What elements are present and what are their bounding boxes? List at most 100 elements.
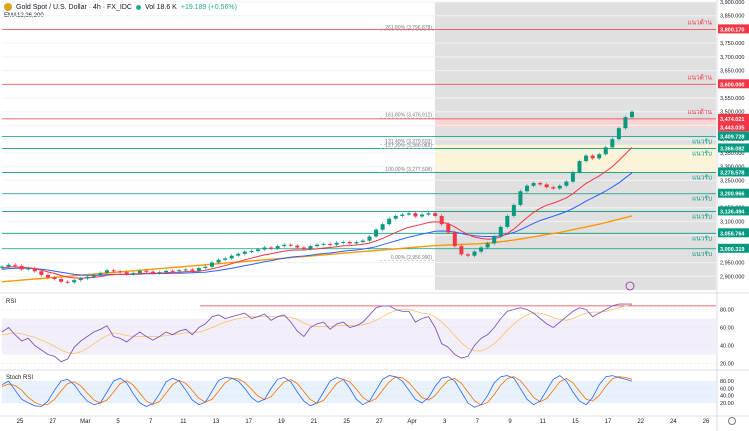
x-tick-label: 19 (278, 419, 285, 425)
candle-body (249, 251, 254, 253)
fib-label: 0.00% (2,956.990) (391, 255, 432, 261)
x-tick-label: 17 (605, 419, 612, 425)
rsi-tick-label: 60.00 (720, 326, 734, 332)
candle-body (439, 215, 444, 225)
x-tick-label: 15 (572, 419, 579, 425)
candle-body (91, 274, 96, 277)
candle-body (413, 213, 418, 217)
x-tick-label: 13 (213, 419, 220, 425)
support-price-label: 3,409.728 (720, 134, 744, 140)
candle-body (321, 243, 326, 245)
candle-body (288, 244, 293, 246)
y-tick-label: 3,100.000 (720, 219, 744, 225)
candle-body (354, 242, 359, 244)
candle-body (308, 246, 313, 249)
candle-body (630, 111, 634, 118)
x-tick-label: 21 (311, 419, 318, 425)
stoch-tick-label: 60.00 (720, 386, 734, 392)
x-tick-label: 27 (376, 419, 383, 425)
candle-body (223, 258, 228, 260)
support-tag: แนวรับ (692, 149, 712, 157)
candle-body (380, 224, 385, 230)
candle-body (26, 268, 31, 270)
candle-body (85, 276, 90, 279)
settings-gear-icon (728, 417, 736, 425)
price-chart[interactable]: แนวต้านแนวต้านแนวต้านแนวรับแนวรับแนวรับแ… (0, 0, 749, 431)
x-tick-label: 11 (540, 419, 547, 425)
candle-body (531, 183, 536, 186)
candle-body (157, 272, 162, 274)
support-tag: แนวรับ (692, 234, 712, 242)
support-tag: แนวรับ (692, 137, 712, 145)
fib-zone (435, 144, 716, 173)
candle-body (236, 253, 241, 256)
resistance-tag: แนวต้าน (687, 108, 712, 116)
y-tick-label: 2,900.000 (720, 274, 744, 280)
candle-body (78, 278, 83, 281)
y-tick-label: 2,950.000 (720, 261, 744, 267)
candle-body (262, 247, 267, 250)
candle-body (367, 236, 372, 241)
candle-body (551, 187, 556, 189)
candle-body (616, 128, 621, 140)
candle-body (505, 215, 510, 227)
x-tick-label: 25 (17, 419, 24, 425)
rsi-tick-label: 40.00 (720, 344, 734, 350)
candle-body (6, 264, 11, 267)
resistance-zone (435, 118, 716, 128)
candle-body (433, 213, 438, 216)
support-price-label: 3,136.494 (720, 209, 745, 215)
support-price-label: 3,056.764 (720, 231, 745, 237)
x-tick-label: 26 (703, 419, 710, 425)
support-price-label: 3,366.082 (720, 146, 744, 152)
candle-body (518, 191, 523, 205)
resistance-tag: แนวต้าน (687, 18, 712, 26)
fib-label: 261.80% (3,796.878) (385, 25, 432, 31)
candle-body (183, 269, 188, 271)
stoch-tick-label: 40.00 (720, 394, 734, 400)
x-tick-label: 5 (116, 419, 120, 425)
x-tick-label: Mar (80, 419, 90, 425)
candle-body (242, 251, 247, 254)
x-tick-label: 7 (149, 419, 153, 425)
x-tick-label: 25 (343, 419, 350, 425)
candle-body (334, 242, 339, 245)
candle-body (544, 184, 549, 188)
candle-body (137, 270, 142, 273)
candle-body (328, 243, 333, 245)
candle-body (597, 154, 602, 159)
candle-body (446, 224, 451, 233)
y-tick-label: 3,900.000 (720, 0, 744, 6)
stoch-tick-label: 80.00 (720, 379, 734, 385)
candle-body (0, 266, 4, 268)
candle-body (452, 232, 457, 247)
x-tick-label: 7 (476, 419, 480, 425)
candle-body (210, 262, 214, 267)
stoch-label: Stoch RSI (6, 375, 33, 381)
fib-label: 127.20% (3,366.082) (385, 143, 432, 149)
stoch-tick-label: 20.00 (720, 401, 734, 407)
resistance-price-label: 3,800.170 (720, 27, 744, 33)
candle-body (315, 244, 319, 247)
candle-body (19, 265, 24, 270)
candle-body (479, 247, 484, 252)
y-tick-label: 3,250.000 (720, 178, 744, 184)
candle-body (590, 155, 595, 159)
support-tag: แนวรับ (692, 173, 712, 181)
x-tick-label: 27 (49, 419, 56, 425)
candle-body (465, 254, 470, 256)
y-tick-label: 3,650.000 (720, 69, 744, 75)
candle-body (282, 244, 287, 247)
x-tick-label: 3 (443, 419, 447, 425)
candle-body (275, 246, 280, 249)
candle-body (603, 147, 608, 155)
candle-body (13, 264, 18, 266)
candle-body (347, 242, 352, 244)
candle-body (295, 245, 300, 248)
y-tick-label: 3,750.000 (720, 41, 744, 47)
x-tick-label: 9 (508, 419, 512, 425)
candle-body (584, 155, 589, 162)
candle-body (525, 185, 529, 192)
candle-body (98, 272, 103, 275)
candle-body (105, 270, 109, 273)
